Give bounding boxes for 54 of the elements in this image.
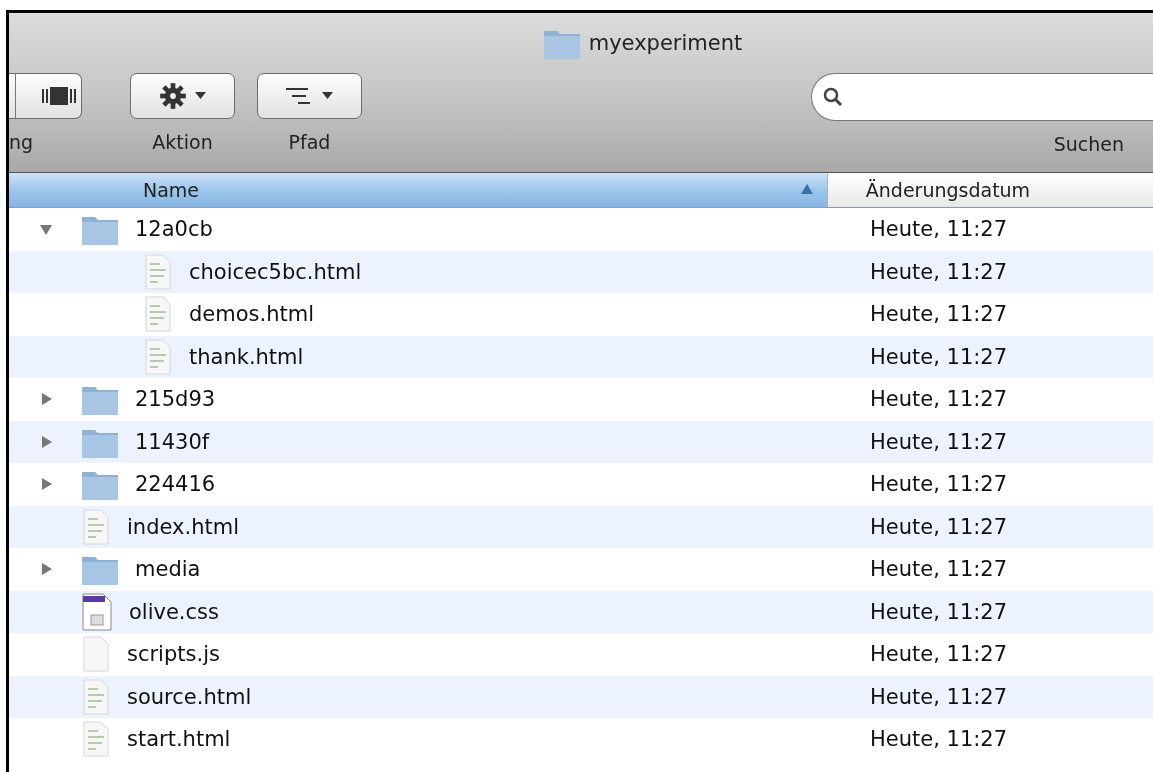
date-cell-text: Heute, 11:27	[869, 642, 1008, 667]
file-name[interactable]: olive.css	[129, 599, 219, 624]
date-cell-text: Heute, 11:27	[869, 684, 1008, 709]
date-cell-text: Heute, 11:27	[869, 727, 1008, 752]
file-name[interactable]: thank.html	[189, 344, 304, 369]
caret-icon	[322, 92, 333, 100]
path-button[interactable]	[257, 72, 362, 119]
file-name[interactable]: choicec5bc.html	[189, 259, 362, 284]
file-name[interactable]: 11430f	[135, 429, 210, 454]
file-name[interactable]: source.html	[127, 684, 252, 709]
toolbar-label: Aktion	[152, 130, 213, 153]
document-icon	[81, 508, 111, 545]
date-cell-text: Heute, 11:27	[869, 259, 1008, 284]
date-cell-text: Heute, 11:27	[869, 599, 1008, 624]
gear-icon	[159, 81, 187, 110]
document-icon	[143, 253, 173, 290]
date-cell-text: Heute, 11:27	[869, 387, 1008, 412]
date-cell-text: Heute, 11:27	[869, 302, 1008, 327]
stylesheet-icon	[81, 592, 113, 631]
window-title: myexperiment	[588, 30, 743, 55]
document-icon	[143, 338, 173, 375]
file-name[interactable]: demos.html	[189, 302, 314, 327]
cover-flow-icon	[41, 86, 76, 105]
toolbar-label: Pfad	[288, 130, 331, 153]
action-button[interactable]	[130, 72, 235, 119]
column-header[interactable]: Name	[9, 173, 828, 207]
file-name[interactable]: 12a0cb	[135, 217, 213, 242]
caret-icon	[195, 92, 206, 100]
disclosure-triangle[interactable]	[39, 222, 53, 237]
search-icon	[822, 85, 844, 108]
toolbar-label: ng	[9, 130, 34, 153]
document-icon	[81, 678, 111, 715]
date-cell-text: Heute, 11:27	[869, 344, 1008, 369]
document-icon	[81, 721, 111, 758]
toolbar-label: Suchen	[1053, 132, 1124, 155]
file-name[interactable]: index.html	[127, 514, 239, 539]
document-icon	[81, 636, 111, 673]
file-name[interactable]: 215d93	[135, 387, 216, 412]
file-name[interactable]: 224416	[135, 472, 216, 497]
document-icon	[143, 296, 173, 333]
file-name[interactable]: media	[135, 557, 201, 582]
file-name[interactable]: start.html	[127, 727, 231, 752]
disclosure-triangle[interactable]	[39, 434, 53, 449]
disclosure-triangle[interactable]	[39, 477, 53, 492]
date-cell-text: Heute, 11:27	[869, 557, 1008, 582]
date-cell-text: Heute, 11:27	[869, 472, 1008, 497]
search-field[interactable]	[811, 72, 1153, 121]
disclosure-triangle[interactable]	[39, 392, 53, 407]
view-button[interactable]	[9, 72, 82, 119]
date-cell-text: Heute, 11:27	[869, 429, 1008, 454]
file-name[interactable]: scripts.js	[127, 642, 220, 667]
disclosure-triangle[interactable]	[39, 562, 53, 577]
date-cell-text: Heute, 11:27	[869, 514, 1008, 539]
date-cell-text: Heute, 11:27	[869, 217, 1008, 242]
